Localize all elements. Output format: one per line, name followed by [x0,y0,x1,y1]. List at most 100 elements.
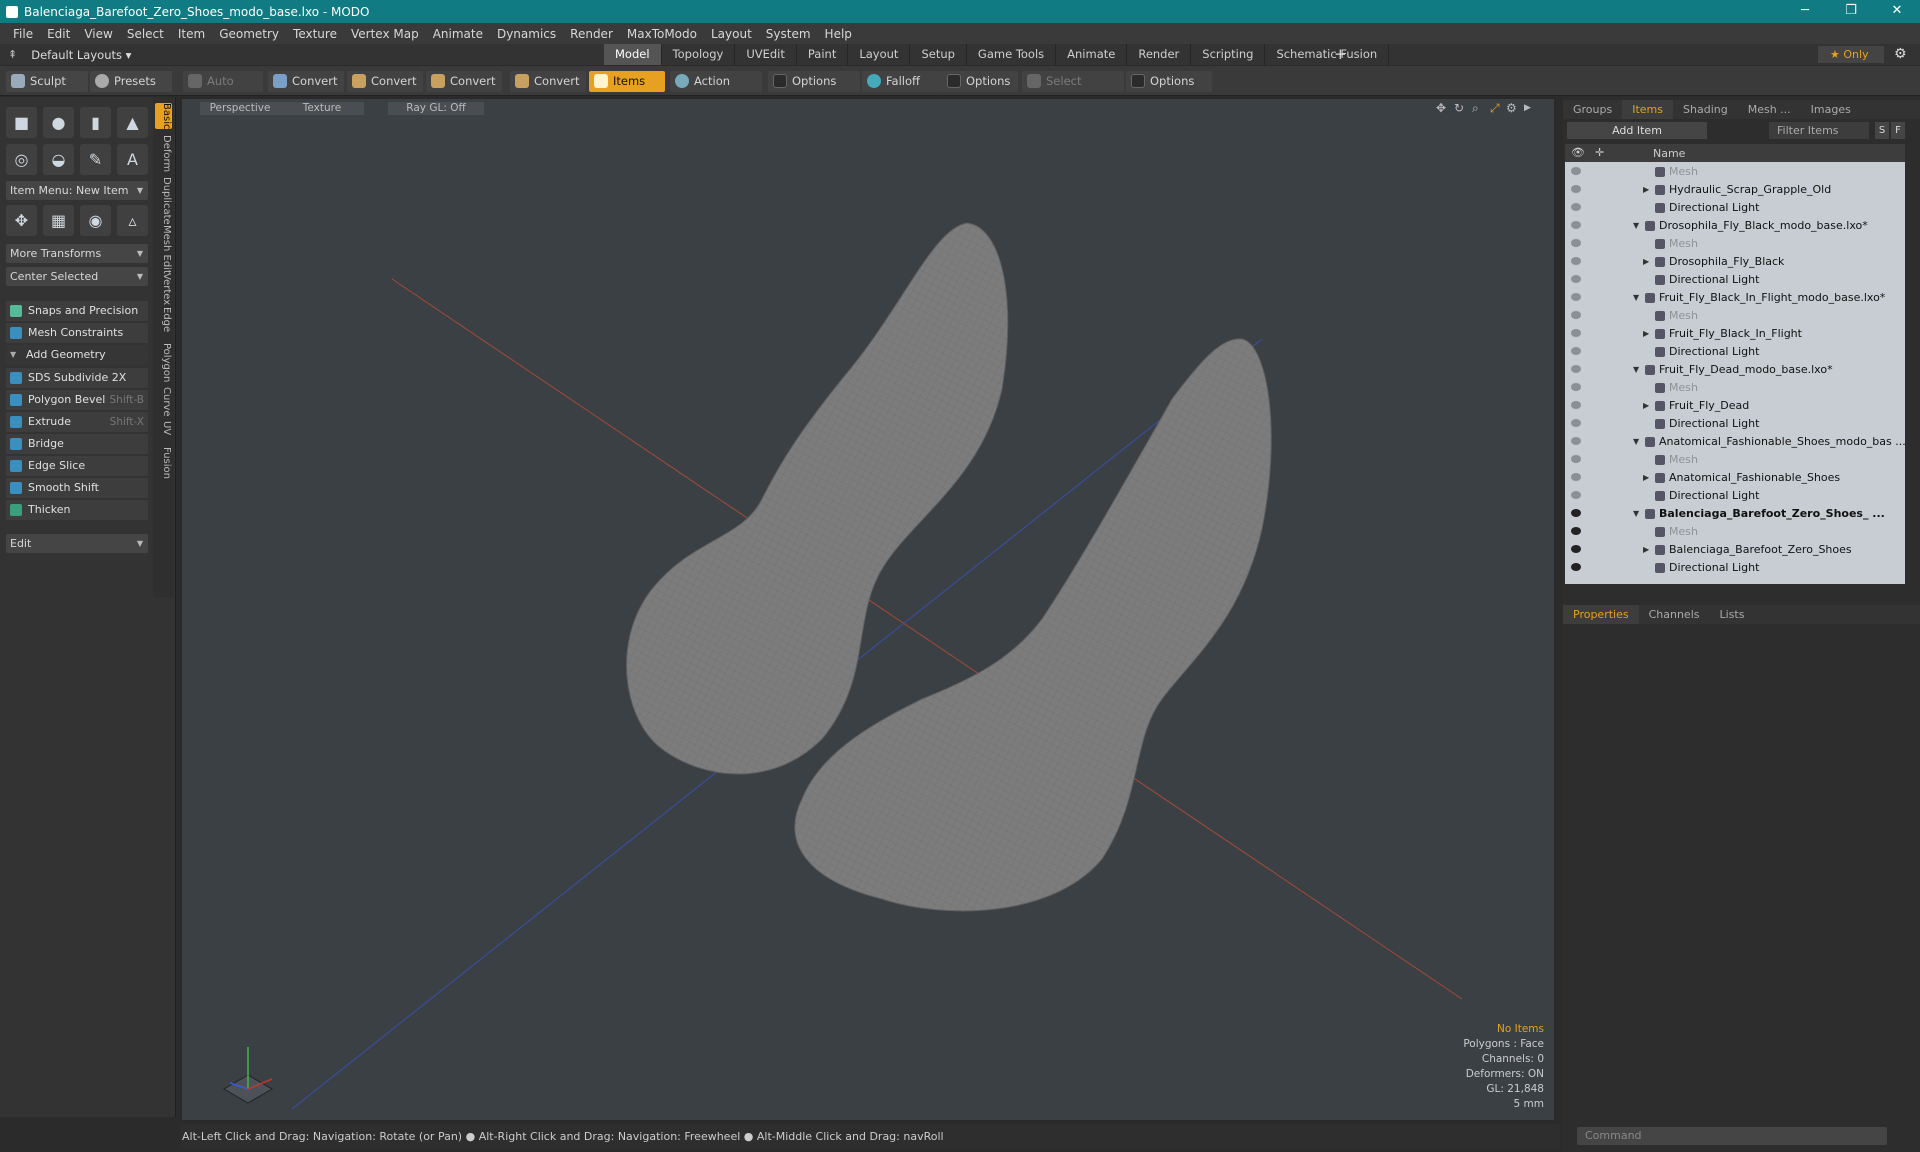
command-input[interactable]: Command [1577,1127,1887,1145]
select-through-button[interactable]: Select Through [1022,71,1124,109]
pen-icon[interactable]: ✎ [80,144,111,175]
tab-game-tools[interactable]: Game Tools [967,44,1057,65]
vtab-curve[interactable]: Curve [155,387,172,417]
menu-file[interactable]: File [6,27,40,41]
item-row[interactable]: Mesh [1565,307,1905,325]
menu-render[interactable]: Render [563,27,620,41]
visibility-eye-icon[interactable] [1571,167,1581,175]
center-selected-dropdown[interactable]: Center Selected [6,267,148,286]
3d-viewport[interactable]: Perspective Texture Ray GL: Off ✥ ↻ ⌕ ⤢ … [180,97,1556,1122]
item-row[interactable]: Mesh [1565,379,1905,397]
falloff-button[interactable]: Falloff [862,71,942,92]
visibility-eye-icon[interactable] [1571,419,1581,427]
sculpt-button[interactable]: Sculpt [6,71,88,92]
action-center-button[interactable]: Action Center [670,71,762,109]
tool-edge-slice[interactable]: Edge Slice [6,456,148,476]
tool-sds-subdivide-2x[interactable]: SDS Subdivide 2X [6,368,148,388]
collapse-arrow-icon[interactable]: ▼ [1633,361,1639,379]
menu-item[interactable]: Item [171,27,212,41]
transform-icon[interactable]: ✥ [6,205,37,236]
options-button-3[interactable]: Options [1126,71,1212,92]
add-geometry-header[interactable]: ▼ Add Geometry [6,345,148,365]
visibility-eye-icon[interactable] [1571,545,1581,553]
menu-vertex-map[interactable]: Vertex Map [344,27,426,41]
visibility-eye-icon[interactable] [1571,185,1581,193]
default-layouts-dropdown[interactable]: Default Layouts ▾ [31,48,131,62]
menu-geometry[interactable]: Geometry [212,27,286,41]
tab-schematic-fusion[interactable]: Schematic Fusion [1265,44,1390,65]
visibility-eye-icon[interactable] [1571,257,1581,265]
expand-arrow-icon[interactable]: ▶ [1643,469,1649,487]
vtab-vertex[interactable]: Vertex [155,273,172,305]
item-row[interactable]: ▼ Drosophila_Fly_Black_modo_base.lxo* [1565,217,1905,235]
expand-arrow-icon[interactable]: ▶ [1643,541,1649,559]
item-row[interactable]: ▶ Drosophila_Fly_Black [1565,253,1905,271]
visibility-eye-icon[interactable] [1571,347,1581,355]
tab-items[interactable]: Items [1622,100,1674,119]
tab-images[interactable]: Images [1801,100,1861,119]
item-row[interactable]: Mesh [1565,523,1905,541]
item-row[interactable]: Mesh [1565,451,1905,469]
vtab-edge[interactable]: Edge [155,307,172,332]
layout-icon[interactable]: ⇞ [8,48,17,61]
menu-animate[interactable]: Animate [426,27,490,41]
items-mode-button[interactable]: Items [589,71,665,92]
expand-arrow-icon[interactable]: ▶ [1643,325,1649,343]
tab-setup[interactable]: Setup [910,44,967,65]
tab-uvedit[interactable]: UVEdit [735,44,797,65]
options-button-1[interactable]: Options [768,71,860,92]
visibility-eye-icon[interactable] [1571,527,1581,535]
add-item-dropdown[interactable]: Add Item [1567,122,1707,139]
menu-layout[interactable]: Layout [704,27,759,41]
tab-lists[interactable]: Lists [1710,605,1755,624]
maximize-button[interactable]: ❐ [1828,0,1874,23]
menu-maxtomodo[interactable]: MaxToModo [620,27,704,41]
tab-shading[interactable]: Shading [1673,100,1738,119]
close-button[interactable]: ✕ [1874,0,1920,23]
visibility-eye-icon[interactable] [1571,311,1581,319]
tab-groups[interactable]: Groups [1563,100,1622,119]
visibility-eye-icon[interactable] [1571,293,1581,301]
visibility-eye-icon[interactable] [1571,455,1581,463]
menu-texture[interactable]: Texture [286,27,344,41]
visibility-eye-icon[interactable] [1571,383,1581,391]
collapse-arrow-icon[interactable]: ▼ [1633,433,1639,451]
expand-arrow-icon[interactable]: ▶ [1643,181,1649,199]
item-row[interactable]: Mesh [1565,235,1905,253]
item-row[interactable]: ▶ Fruit_Fly_Dead [1565,397,1905,415]
filter-items-input[interactable]: Filter Items [1769,122,1869,139]
menu-edit[interactable]: Edit [40,27,77,41]
f-button[interactable]: F [1891,122,1905,139]
tab-paint[interactable]: Paint [797,44,849,65]
tab-render[interactable]: Render [1127,44,1192,65]
convert-vertices-button[interactable]: Convert [268,71,344,92]
tool-bridge[interactable]: Bridge [6,434,148,454]
visibility-eye-icon[interactable] [1571,401,1581,409]
convert-edges-button[interactable]: Convert [347,71,423,92]
visibility-eye-icon[interactable] [1571,275,1581,283]
tool-extrude[interactable]: Extrude Shift-X [6,412,148,432]
item-row[interactable]: ▶ Fruit_Fly_Black_In_Flight [1565,325,1905,343]
visibility-eye-icon[interactable] [1571,239,1581,247]
item-row[interactable]: Mesh [1565,163,1905,181]
options-button-2[interactable]: Options [942,71,1018,92]
menu-dynamics[interactable]: Dynamics [490,27,563,41]
only-toggle[interactable]: ★ Only [1818,46,1884,63]
tab-layout[interactable]: Layout [848,44,911,65]
tab-mesh-[interactable]: Mesh ... [1738,100,1801,119]
expand-arrow-icon[interactable]: ▶ [1643,397,1649,415]
tab-properties[interactable]: Properties [1563,605,1639,624]
tab-channels[interactable]: Channels [1639,605,1710,624]
plane-icon[interactable]: ▵ [117,205,148,236]
item-row[interactable]: Directional Light [1565,559,1905,577]
s-button[interactable]: S [1875,122,1889,139]
snaps-precision-button[interactable]: Snaps and Precision [6,301,148,321]
name-column-header[interactable]: Name [1653,147,1685,160]
tool-thicken[interactable]: Thicken [6,500,148,520]
tab-topology[interactable]: Topology [662,44,736,65]
item-row[interactable]: Directional Light [1565,199,1905,217]
item-row[interactable]: ▶ Anatomical_Fashionable_Shoes [1565,469,1905,487]
tab-scripting[interactable]: Scripting [1191,44,1266,65]
capsule-icon[interactable]: ◒ [43,144,74,175]
collapse-arrow-icon[interactable]: ▼ [1633,505,1639,523]
